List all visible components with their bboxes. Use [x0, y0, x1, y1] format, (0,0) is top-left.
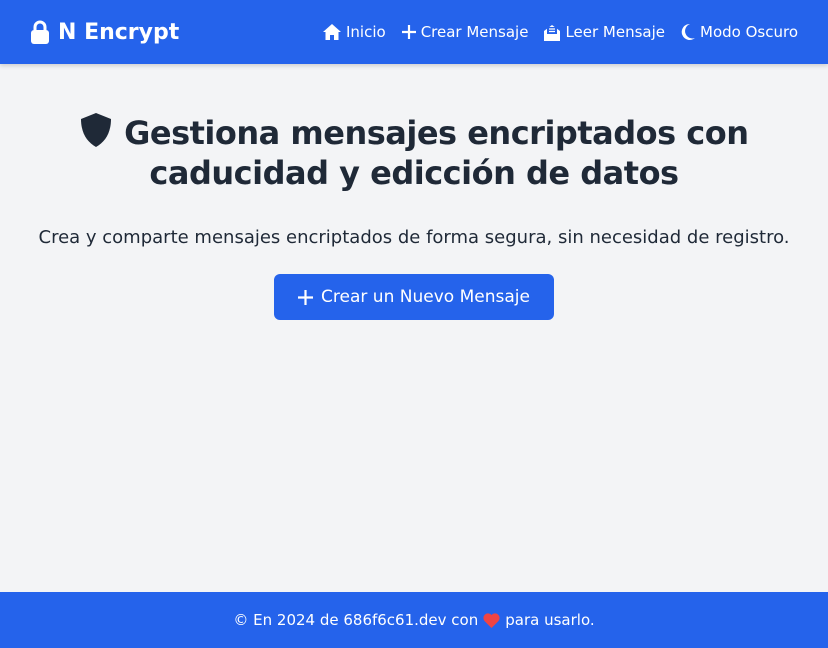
heart-icon — [483, 612, 500, 628]
page-title: Gestiona mensajes encriptados con caduci… — [64, 112, 764, 193]
plus-icon — [401, 25, 416, 39]
shield-icon — [81, 113, 112, 147]
lock-icon — [31, 20, 49, 44]
nav-link-label: Modo Oscuro — [700, 23, 798, 41]
brand-logo[interactable]: N Encrypt — [30, 20, 179, 45]
nav-link-inicio[interactable]: Inicio — [322, 23, 386, 41]
plus-icon — [298, 289, 314, 305]
brand-name: N Encrypt — [58, 19, 180, 45]
nav-links: Inicio Crear Mensaje Leer Mensaje Modo O… — [322, 23, 798, 41]
nav-link-leer-mensaje[interactable]: Leer Mensaje — [544, 23, 665, 41]
moon-icon — [681, 24, 696, 40]
dark-mode-toggle[interactable]: Modo Oscuro — [681, 23, 798, 41]
home-icon — [322, 24, 341, 40]
nav-link-label: Inicio — [345, 23, 386, 41]
create-message-label: Crear un Nuevo Mensaje — [321, 287, 530, 307]
nav-link-label: Crear Mensaje — [420, 23, 529, 41]
create-message-button[interactable]: Crear un Nuevo Mensaje — [274, 274, 554, 320]
footer-text: © En 2024 de 686f6c61.dev con — [233, 611, 479, 629]
nav-link-crear-mensaje[interactable]: Crear Mensaje — [401, 23, 529, 41]
subtitle: Crea y comparte mensajes encriptados de … — [38, 227, 790, 248]
nav-link-label: Leer Mensaje — [565, 23, 666, 41]
footer-text-end: para usarlo. — [505, 611, 595, 629]
navbar: N Encrypt Inicio Crear Mensaje Leer Mens… — [0, 0, 828, 64]
hero: Gestiona mensajes encriptados con caduci… — [0, 64, 828, 320]
page-title-text: Gestiona mensajes encriptados con caduci… — [124, 114, 749, 192]
envelope-open-icon — [544, 24, 561, 41]
footer: © En 2024 de 686f6c61.dev con para usarl… — [0, 592, 828, 648]
